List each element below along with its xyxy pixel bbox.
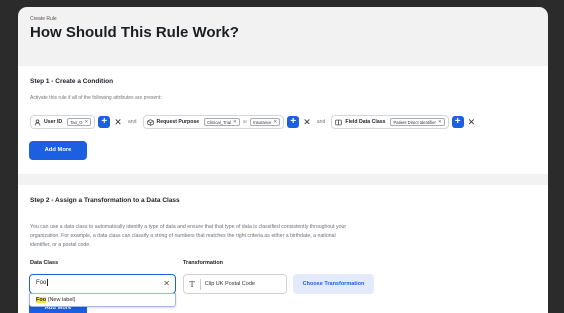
chip-patient-direct-identifier[interactable]: Patient Direct Identifier ✕: [390, 118, 445, 126]
remove-purpose-condition-button[interactable]: ✕: [303, 117, 311, 128]
field-data-class-attribute[interactable]: Field Data Class Patient Direct Identifi…: [331, 115, 449, 129]
divider: [200, 278, 201, 290]
transformation-label: Transformation: [183, 260, 224, 266]
or-connector: or: [242, 119, 248, 125]
step1-panel: Step 1 - Create a Condition Activate thi…: [18, 66, 548, 174]
add-more-condition-button[interactable]: Add More: [29, 141, 87, 160]
data-class-suggestion[interactable]: Foo (New label): [29, 293, 176, 307]
plus-icon: +: [290, 116, 297, 127]
and-connector: and: [127, 119, 137, 125]
and-connector: and: [316, 119, 326, 125]
chip-insurance[interactable]: Insurance ✕: [250, 118, 281, 126]
request-purpose-label: Request Purpose: [156, 119, 200, 125]
chip-label: Tao_G: [70, 119, 83, 125]
chip-tao-g[interactable]: Tao_G ✕: [67, 118, 92, 126]
data-class-value: Foo: [36, 280, 47, 286]
choose-transformation-button[interactable]: Choose Transformation: [293, 274, 374, 294]
chip-label: Patient Direct Identifier: [393, 119, 436, 125]
field-class-icon: [335, 119, 343, 125]
step1-subtitle: Activate this rule if all of the followi…: [30, 95, 162, 101]
close-icon[interactable]: ✕: [273, 119, 277, 125]
close-icon[interactable]: ✕: [233, 119, 237, 125]
step2-title: Step 2 - Assign a Transformation to a Da…: [30, 197, 180, 204]
remove-field-condition-button[interactable]: ✕: [468, 117, 476, 128]
plus-icon: +: [454, 116, 461, 127]
close-icon[interactable]: ✕: [438, 119, 442, 125]
user-icon: [34, 118, 41, 125]
purpose-icon: [146, 118, 154, 126]
step2-panel: Step 2 - Assign a Transformation to a Da…: [18, 185, 548, 313]
user-id-attribute[interactable]: User ID Tao_G ✕: [30, 115, 96, 129]
suggestion-rest: (New label): [46, 297, 76, 303]
close-icon[interactable]: ✕: [85, 119, 89, 125]
clear-icon[interactable]: ✕: [163, 275, 170, 292]
add-user-value-button[interactable]: +: [98, 116, 111, 128]
remove-user-condition-button[interactable]: ✕: [114, 117, 122, 128]
suggestion-match: Foo: [36, 297, 47, 303]
add-field-value-button[interactable]: +: [451, 116, 464, 128]
condition-row: User ID Tao_G ✕ + ✕ and Request Purpose C…: [30, 115, 479, 129]
add-purpose-value-button[interactable]: +: [287, 116, 300, 128]
chip-label: Clinical_Trial: [207, 119, 231, 125]
user-id-label: User ID: [44, 119, 63, 125]
create-rule-card: Create Rule How Should This Rule Work? S…: [18, 7, 548, 313]
step2-description: You can use a data class to automaticall…: [30, 224, 347, 248]
chip-clinical-trial[interactable]: Clinical_Trial ✕: [204, 118, 240, 126]
field-data-class-label: Field Data Class: [345, 119, 386, 125]
chip-label: Insurance: [253, 119, 272, 125]
transformation-field[interactable]: T Clip UK Postal Code: [183, 274, 287, 294]
text-type-icon: T: [189, 279, 195, 289]
plus-icon: +: [101, 116, 108, 127]
breadcrumb: Create Rule: [30, 16, 57, 22]
request-purpose-attribute[interactable]: Request Purpose Clinical_Trial ✕ or Insur…: [142, 115, 285, 129]
step1-title: Step 1 - Create a Condition: [30, 78, 114, 85]
data-class-input[interactable]: Foo ✕: [29, 274, 176, 294]
transformation-value: Clip UK Postal Code: [204, 281, 255, 287]
text-caret: [47, 278, 48, 286]
data-class-label: Data Class: [30, 260, 59, 266]
page-title: How Should This Rule Work?: [30, 24, 239, 41]
